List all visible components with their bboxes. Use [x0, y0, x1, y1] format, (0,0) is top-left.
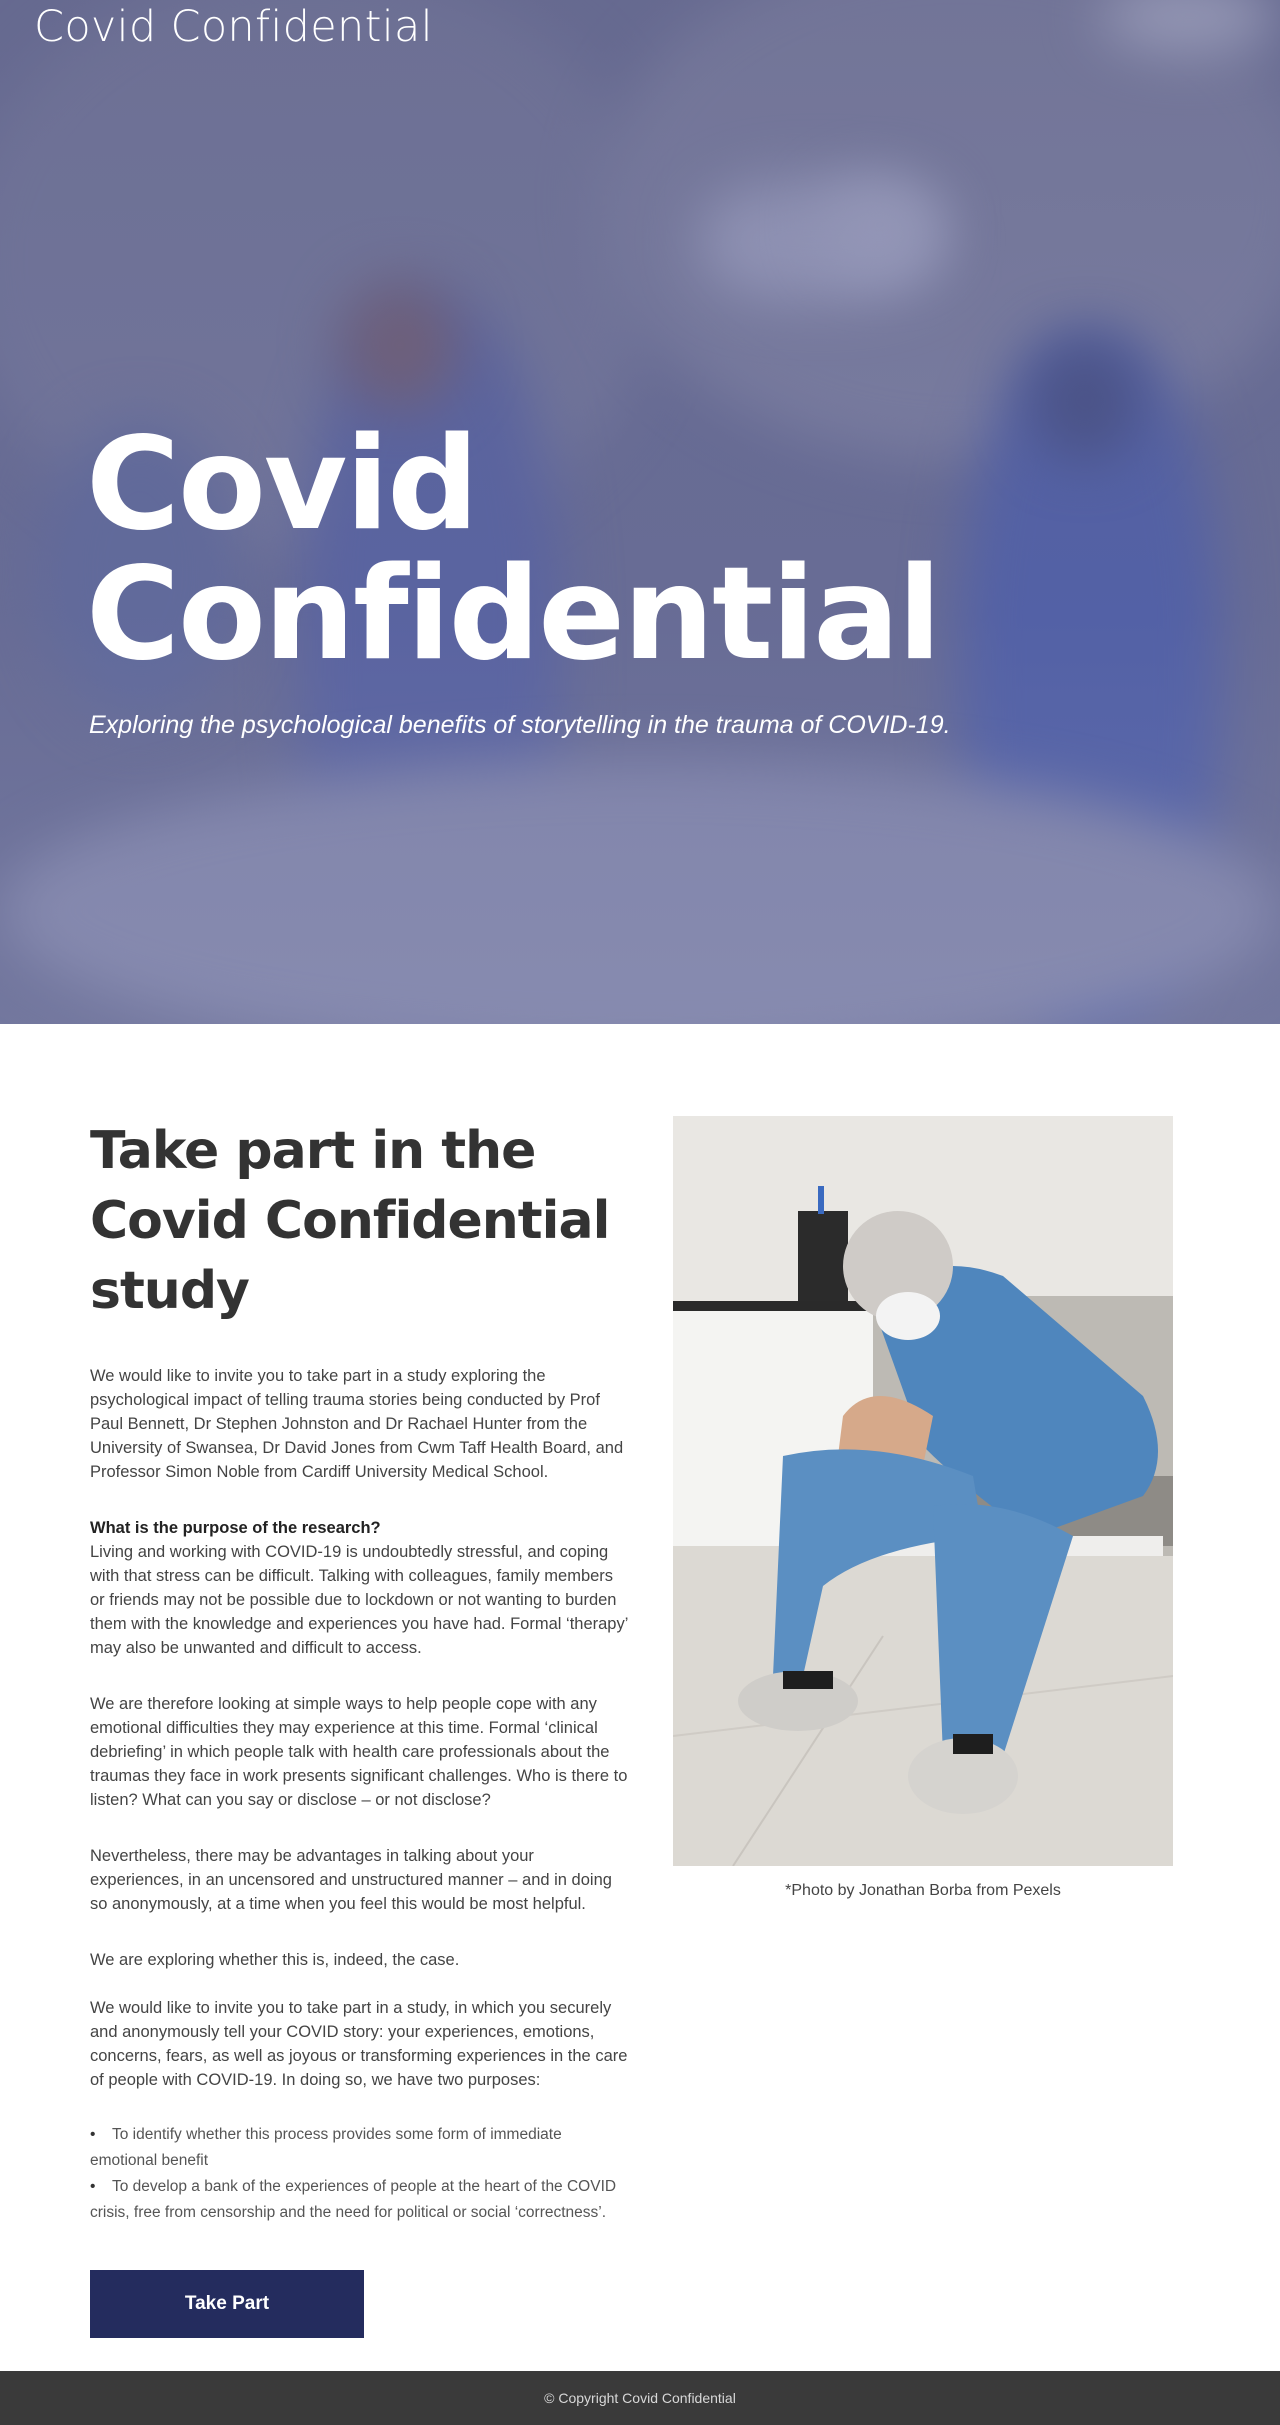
photo-caption: *Photo by Jonathan Borba from Pexels [785, 1882, 1061, 1899]
purpose-list: • To identify whether this process provid… [90, 2122, 630, 2226]
healthcare-worker-photo [673, 1116, 1173, 1866]
list-item: • To identify whether this process provid… [90, 2122, 630, 2174]
photo-column: *Photo by Jonathan Borba from Pexels [673, 1116, 1173, 1900]
list-item: • To develop a bank of the experiences of… [90, 2174, 630, 2226]
looking-paragraph: We are therefore looking at simple ways … [90, 1695, 628, 1809]
purpose-paragraph: Living and working with COVID-19 is undo… [90, 1543, 628, 1657]
intro-paragraph: We would like to invite you to take part… [90, 1367, 624, 1481]
hero-section: Covid Confidential Covid Confidential Ex… [0, 0, 1280, 1024]
photo-illustration [673, 1116, 1173, 1866]
study-section: Take part in the Covid Confidential stud… [0, 1024, 1280, 2371]
bullet-icon: • [90, 2178, 96, 2195]
footer: © Copyright Covid Confidential [0, 2371, 1280, 2425]
site-title[interactable]: Covid Confidential [34, 2, 433, 52]
hero-subtitle: Exploring the psychological benefits of … [89, 711, 951, 739]
purpose-item-text: To identify whether this process provide… [90, 2126, 562, 2169]
study-text-column: Take part in the Covid Confidential stud… [90, 1116, 630, 2338]
exploring-paragraph: We are exploring whether this is, indeed… [90, 1951, 460, 1969]
purpose-question: What is the purpose of the research? [90, 1519, 381, 1537]
invite-paragraph: We would like to invite you to take part… [90, 1999, 628, 2089]
purpose-item-text: To develop a bank of the experiences of … [90, 2178, 617, 2221]
copyright-text: © Copyright Covid Confidential [544, 2390, 736, 2406]
hero-heading-line1: Covid [86, 410, 479, 559]
bullet-icon: • [90, 2126, 96, 2143]
nevertheless-paragraph: Nevertheless, there may be advantages in… [90, 1847, 612, 1913]
study-heading: Take part in the Covid Confidential stud… [90, 1121, 610, 1321]
take-part-button[interactable]: Take Part [90, 2270, 364, 2338]
hero-heading: Covid Confidential [86, 410, 941, 689]
hero-heading-line2: Confidential [86, 540, 941, 689]
